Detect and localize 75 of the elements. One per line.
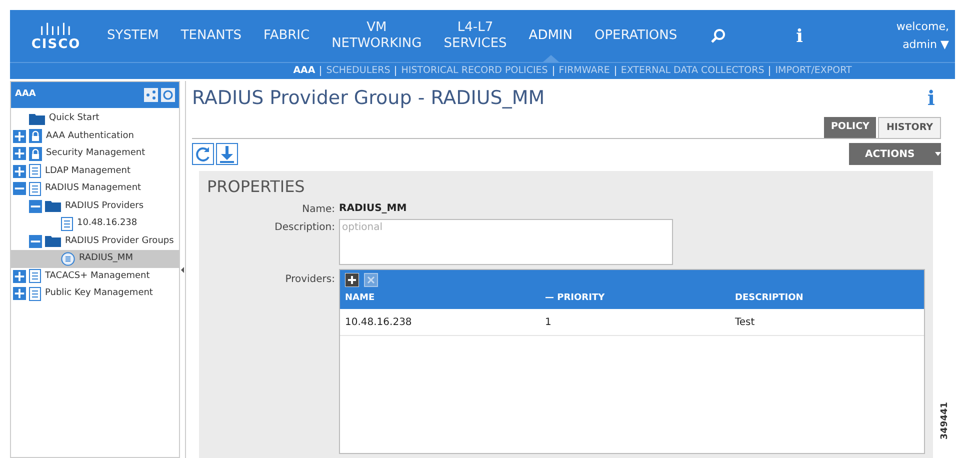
document-icon — [29, 286, 41, 301]
sidebar-title: AAA — [15, 88, 36, 102]
section-title: PROPERTIES — [207, 176, 306, 198]
refresh-icon[interactable] — [161, 88, 175, 102]
sub-nav-link[interactable]: HISTORICAL RECORD POLICIES — [401, 64, 548, 78]
column-header[interactable]: DESCRIPTION — [735, 292, 924, 305]
search-icon[interactable] — [710, 28, 726, 44]
collapse-icon[interactable] — [13, 182, 26, 196]
field-label: Description: — [274, 221, 335, 236]
lock-icon — [29, 129, 42, 144]
nav-tab[interactable]: VM NETWORKING — [320, 10, 433, 62]
tree-item[interactable]: Public Key Management — [11, 285, 179, 302]
expand-icon[interactable] — [13, 147, 26, 160]
lock-icon — [29, 146, 42, 161]
view-tab[interactable]: POLICY — [824, 117, 876, 138]
add-icon[interactable] — [345, 273, 359, 288]
actions-button[interactable]: ACTIONS — [849, 143, 941, 166]
collapse-handle-icon[interactable] — [181, 266, 184, 272]
tree-item[interactable]: Security Management — [11, 145, 179, 162]
info-button[interactable]: i — [927, 83, 935, 113]
view-tab[interactable]: HISTORY — [878, 117, 941, 138]
expand-icon[interactable] — [13, 287, 26, 300]
nav-tab[interactable]: L4-L7 SERVICES — [432, 10, 518, 62]
nav-tab[interactable]: FABRIC — [252, 10, 321, 62]
tree-item[interactable]: AAA Authentication — [11, 128, 179, 145]
info-button[interactable]: i — [796, 22, 803, 50]
figure-number: 349441 — [941, 402, 950, 440]
welcome-text: welcome, — [896, 19, 949, 35]
document-icon — [29, 182, 41, 196]
nav-tab[interactable]: TENANTS — [170, 10, 253, 62]
nav-tab[interactable]: OPERATIONS — [583, 10, 688, 62]
tree-item[interactable]: LDAP Management — [11, 162, 179, 180]
user-menu[interactable]: admin ▼ — [902, 36, 949, 54]
sub-nav-link[interactable]: EXTERNAL DATA COLLECTORS — [620, 64, 764, 78]
tree-item[interactable]: TACACS+ Management — [11, 268, 179, 285]
logo-mark: ılıılı — [40, 22, 72, 38]
download-icon[interactable] — [216, 143, 238, 166]
document-icon — [29, 164, 41, 178]
name-value: RADIUS_MM — [339, 202, 407, 216]
folder-icon — [45, 200, 61, 212]
sub-nav-link[interactable]: SCHEDULERS — [326, 64, 390, 78]
collapse-icon[interactable] — [29, 200, 42, 213]
sub-nav-link[interactable]: AAA — [293, 64, 316, 78]
tree-item[interactable]: Quick Start — [11, 110, 179, 128]
tree-item[interactable]: RADIUS Providers — [11, 198, 179, 215]
sub-nav-link[interactable]: FIRMWARE — [558, 64, 610, 78]
expand-icon[interactable] — [13, 164, 26, 178]
column-header[interactable]: NAME — [345, 292, 545, 305]
document-icon — [29, 269, 41, 284]
page-title: RADIUS Provider Group - RADIUS_MM — [192, 86, 545, 111]
tree-item[interactable]: 10.48.16.238 — [11, 215, 179, 232]
delete-icon[interactable] — [364, 273, 378, 288]
share-icon[interactable] — [144, 88, 158, 102]
logo-name: CISCO — [31, 38, 81, 50]
tree-item[interactable]: RADIUS Provider Groups — [11, 232, 179, 250]
table-cell-text: Test — [735, 316, 756, 330]
collapse-icon[interactable] — [29, 234, 42, 248]
folder-icon — [45, 235, 61, 248]
folder-icon — [29, 112, 45, 125]
nav-tab[interactable]: SYSTEM — [96, 10, 170, 62]
expand-icon[interactable] — [13, 270, 26, 283]
table-cell-text: 10.48.16.238 — [345, 316, 413, 330]
caret-icon — [934, 152, 941, 156]
description-field[interactable]: optional — [339, 219, 673, 266]
column-header[interactable]: — PRIORITY — [545, 292, 735, 305]
tree-item[interactable]: RADIUS_MM — [11, 250, 179, 268]
field-label: Name: — [301, 203, 335, 218]
refresh-icon[interactable] — [192, 143, 214, 166]
document-icon — [61, 216, 73, 231]
expand-icon[interactable] — [13, 130, 26, 143]
tree-item[interactable]: RADIUS Management — [11, 180, 179, 198]
document-circle-icon — [61, 252, 75, 266]
table-cell-text: 1 — [545, 316, 552, 330]
sub-nav-link[interactable]: IMPORT/EXPORT — [775, 64, 852, 78]
field-label: Providers: — [284, 273, 335, 288]
